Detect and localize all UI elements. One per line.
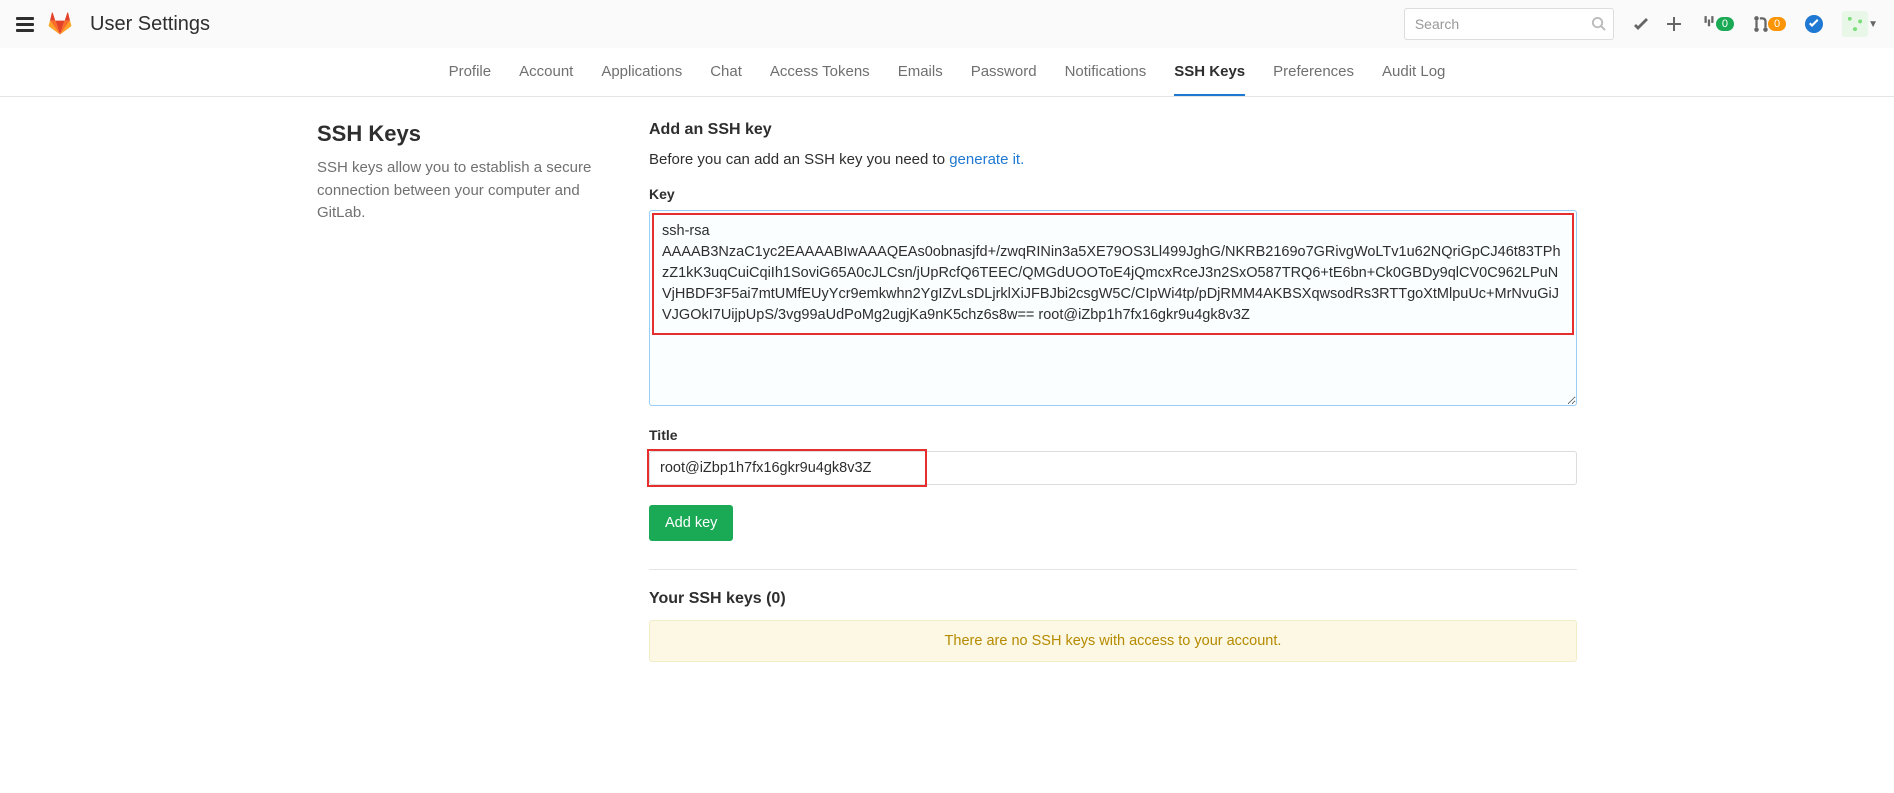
side-heading: SSH Keys — [317, 121, 617, 147]
user-menu[interactable]: ▼ — [1842, 11, 1878, 37]
title-input-wrap — [649, 451, 1577, 485]
add-key-heading: Add an SSH key — [649, 121, 1577, 139]
tab-account[interactable]: Account — [519, 48, 573, 96]
todos-icon[interactable] — [1804, 14, 1824, 34]
tab-emails[interactable]: Emails — [898, 48, 943, 96]
issues-icon[interactable]: 0 — [1700, 15, 1734, 33]
tab-access-tokens[interactable]: Access Tokens — [770, 48, 870, 96]
content-container: SSH Keys SSH keys allow you to establish… — [297, 97, 1597, 686]
hint-text: Before you can add an SSH key you need t… — [649, 151, 949, 168]
page-title: User Settings — [90, 13, 210, 36]
menu-toggle[interactable] — [16, 17, 34, 32]
tab-audit-log[interactable]: Audit Log — [1382, 48, 1445, 96]
search-wrap — [1404, 8, 1614, 40]
tab-password[interactable]: Password — [971, 48, 1037, 96]
merge-requests-icon[interactable]: 0 — [1752, 15, 1786, 33]
gitlab-logo[interactable] — [48, 12, 72, 36]
divider — [649, 569, 1577, 570]
key-textarea[interactable] — [649, 210, 1577, 406]
admin-icon[interactable] — [1632, 16, 1648, 32]
tab-preferences[interactable]: Preferences — [1273, 48, 1354, 96]
tab-profile[interactable]: Profile — [449, 48, 492, 96]
generate-link[interactable]: generate it. — [949, 151, 1024, 168]
chevron-down-icon: ▼ — [1868, 19, 1878, 30]
add-key-button[interactable]: Add key — [649, 505, 733, 541]
mr-badge: 0 — [1768, 17, 1786, 31]
empty-keys-alert: There are no SSH keys with access to you… — [649, 620, 1577, 662]
settings-tabs: Profile Account Applications Chat Access Tok… — [0, 48, 1894, 97]
navbar-right: 0 0 ▼ — [1404, 8, 1878, 40]
key-textarea-wrap — [649, 210, 1577, 409]
side-description: SSH keys allow you to establish a secure… — [317, 157, 617, 225]
tab-ssh-keys[interactable]: SSH Keys — [1174, 48, 1245, 96]
plus-icon[interactable] — [1666, 16, 1682, 32]
top-navbar: User Settings 0 0 ▼ — [0, 0, 1894, 48]
title-input[interactable] — [649, 451, 1577, 485]
avatar — [1842, 11, 1868, 37]
main-panel: Add an SSH key Before you can add an SSH… — [649, 121, 1577, 662]
key-label: Key — [649, 186, 1577, 202]
side-panel: SSH Keys SSH keys allow you to establish… — [317, 121, 617, 662]
navbar-left: User Settings — [16, 12, 210, 36]
tab-applications[interactable]: Applications — [601, 48, 682, 96]
tab-notifications[interactable]: Notifications — [1065, 48, 1147, 96]
add-key-hint: Before you can add an SSH key you need t… — [649, 151, 1577, 168]
your-keys-heading: Your SSH keys (0) — [649, 590, 1577, 608]
search-icon — [1591, 16, 1606, 31]
tab-chat[interactable]: Chat — [710, 48, 742, 96]
search-input[interactable] — [1404, 8, 1614, 40]
title-label: Title — [649, 427, 1577, 443]
issues-badge: 0 — [1716, 17, 1734, 31]
